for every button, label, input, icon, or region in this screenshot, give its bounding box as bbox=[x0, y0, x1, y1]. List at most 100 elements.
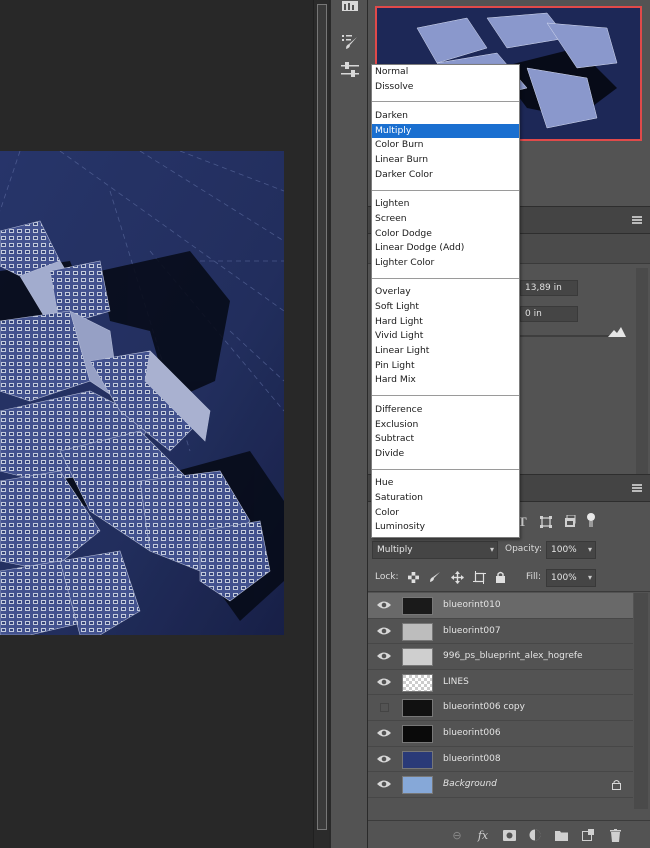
lock-all-icon[interactable] bbox=[493, 570, 507, 584]
blend-mode-select[interactable]: Multiply ▾ bbox=[372, 541, 498, 559]
visibility-eye-icon[interactable] bbox=[377, 600, 391, 610]
chevron-down-icon: ▾ bbox=[587, 545, 592, 554]
blend-option[interactable]: Hue bbox=[372, 476, 519, 491]
layer-name: blueorint008 bbox=[443, 753, 501, 764]
menu-separator bbox=[372, 94, 519, 109]
layer-thumbnail bbox=[402, 622, 433, 641]
layer-name: 996_ps_blueprint_alex_hogrefe bbox=[443, 651, 583, 662]
blend-option[interactable]: Hard Mix bbox=[372, 373, 519, 388]
lock-label: Lock: bbox=[375, 572, 399, 582]
layer-name: blueorint006 bbox=[443, 727, 501, 738]
shape-filter-icon[interactable] bbox=[540, 516, 552, 528]
lock-pixels-brush-icon[interactable] bbox=[428, 570, 442, 584]
blend-option[interactable]: Luminosity bbox=[372, 520, 519, 535]
visibility-eye-icon[interactable] bbox=[377, 626, 391, 636]
blend-option[interactable]: Lighten bbox=[372, 197, 519, 212]
blend-option[interactable]: Overlay bbox=[372, 285, 519, 300]
menu-separator bbox=[372, 183, 519, 198]
adjustment-layer-icon[interactable] bbox=[528, 828, 542, 842]
delete-layer-trash-icon[interactable] bbox=[608, 828, 622, 842]
chevron-down-icon: ▾ bbox=[587, 573, 592, 582]
add-mask-icon[interactable] bbox=[502, 828, 516, 842]
brush-presets-icon[interactable] bbox=[339, 32, 361, 52]
layer-name: LINES bbox=[443, 676, 469, 687]
layers-bottom-bar: ⊖ fx bbox=[368, 820, 650, 848]
lock-artboard-icon[interactable] bbox=[472, 570, 486, 584]
layer-row[interactable]: 996_ps_blueprint_alex_hogrefe bbox=[368, 644, 633, 670]
adjustments-icon[interactable] bbox=[339, 60, 361, 80]
blend-option[interactable]: Vivid Light bbox=[372, 329, 519, 344]
blend-option[interactable]: Soft Light bbox=[372, 300, 519, 315]
properties-width-field[interactable]: 13,89 in bbox=[520, 280, 578, 296]
blend-option[interactable]: Exclusion bbox=[372, 418, 519, 433]
new-group-folder-icon[interactable] bbox=[554, 828, 568, 842]
layer-row[interactable]: LINES bbox=[368, 669, 633, 696]
layer-style-fx-icon[interactable]: fx bbox=[476, 828, 490, 842]
blend-option[interactable]: Dissolve bbox=[372, 80, 519, 95]
layer-name: blueorint006 copy bbox=[443, 702, 525, 713]
layer-row[interactable]: blueorint006 bbox=[368, 720, 633, 747]
menu-separator bbox=[372, 462, 519, 477]
document-image[interactable] bbox=[0, 151, 284, 635]
blend-option[interactable]: Subtract bbox=[372, 432, 519, 447]
blend-option[interactable]: Lighter Color bbox=[372, 256, 519, 271]
new-layer-icon[interactable] bbox=[581, 828, 595, 842]
blueprint-render bbox=[0, 151, 284, 635]
layers-scrollbar[interactable] bbox=[634, 593, 648, 809]
lock-position-move-icon[interactable] bbox=[450, 570, 464, 584]
visibility-off-icon[interactable] bbox=[380, 703, 389, 713]
opacity-value: 100% bbox=[551, 545, 577, 555]
visibility-eye-icon[interactable] bbox=[377, 754, 391, 764]
properties-scrollbar[interactable] bbox=[636, 268, 648, 474]
layer-row[interactable]: blueorint007 bbox=[368, 618, 633, 645]
blend-option[interactable]: Linear Burn bbox=[372, 153, 519, 168]
fill-input[interactable]: 100% ▾ bbox=[546, 569, 596, 587]
layer-row[interactable]: blueorint010 bbox=[368, 593, 633, 619]
canvas-vertical-scrollbar[interactable] bbox=[313, 0, 329, 848]
blend-option[interactable]: Darken bbox=[372, 109, 519, 124]
blend-option[interactable]: Hard Light bbox=[372, 315, 519, 330]
layer-name: blueorint010 bbox=[443, 600, 501, 610]
layers-panel-menu-icon[interactable] bbox=[632, 484, 642, 492]
blend-mode-dropdown-menu[interactable]: Normal Dissolve Darken Multiply Color Burn Li… bbox=[371, 64, 520, 538]
layer-thumbnail bbox=[402, 648, 433, 667]
visibility-eye-icon[interactable] bbox=[377, 651, 391, 661]
link-layers-icon[interactable]: ⊖ bbox=[450, 828, 464, 842]
menu-separator bbox=[372, 271, 519, 286]
blend-option[interactable]: Linear Light bbox=[372, 344, 519, 359]
blend-option[interactable]: Screen bbox=[372, 212, 519, 227]
blend-option[interactable]: Color bbox=[372, 506, 519, 521]
blend-option[interactable]: Color Burn bbox=[372, 138, 519, 153]
blend-option[interactable]: Color Dodge bbox=[372, 227, 519, 242]
smart-object-filter-icon[interactable] bbox=[564, 515, 576, 528]
layer-thumbnail bbox=[402, 673, 433, 692]
blend-option[interactable]: Pin Light bbox=[372, 359, 519, 374]
blend-option[interactable]: Saturation bbox=[372, 491, 519, 506]
layer-row[interactable]: blueorint008 bbox=[368, 746, 633, 773]
blend-option[interactable]: Linear Dodge (Add) bbox=[372, 241, 519, 256]
opacity-input[interactable]: 100% ▾ bbox=[546, 541, 596, 559]
visibility-eye-icon[interactable] bbox=[377, 728, 391, 738]
zoom-slider[interactable] bbox=[518, 335, 618, 337]
blend-option[interactable]: Normal bbox=[372, 65, 519, 80]
panel-menu-icon[interactable] bbox=[632, 216, 642, 224]
fill-label: Fill: bbox=[526, 572, 542, 582]
histogram-icon[interactable] bbox=[339, 0, 361, 16]
layer-thumbnail bbox=[402, 750, 433, 769]
filter-toggle-icon[interactable] bbox=[587, 513, 595, 527]
properties-offset-field[interactable]: 0 in bbox=[520, 306, 578, 322]
zoom-in-mountain-icon[interactable] bbox=[608, 327, 626, 337]
blend-option[interactable]: Difference bbox=[372, 403, 519, 418]
visibility-eye-icon[interactable] bbox=[377, 779, 391, 789]
layer-row[interactable]: blueorint006 copy bbox=[368, 695, 633, 721]
layer-thumbnail bbox=[402, 724, 433, 743]
blend-option[interactable]: Darker Color bbox=[372, 168, 519, 183]
layer-row[interactable]: Background bbox=[368, 772, 633, 798]
visibility-eye-icon[interactable] bbox=[377, 677, 391, 687]
menu-separator bbox=[372, 388, 519, 403]
scrollbar-thumb[interactable] bbox=[317, 4, 327, 830]
canvas-area[interactable] bbox=[0, 0, 313, 848]
blend-option[interactable]: Multiply bbox=[372, 123, 519, 139]
blend-option[interactable]: Divide bbox=[372, 447, 519, 462]
lock-transparent-icon[interactable] bbox=[406, 570, 420, 584]
